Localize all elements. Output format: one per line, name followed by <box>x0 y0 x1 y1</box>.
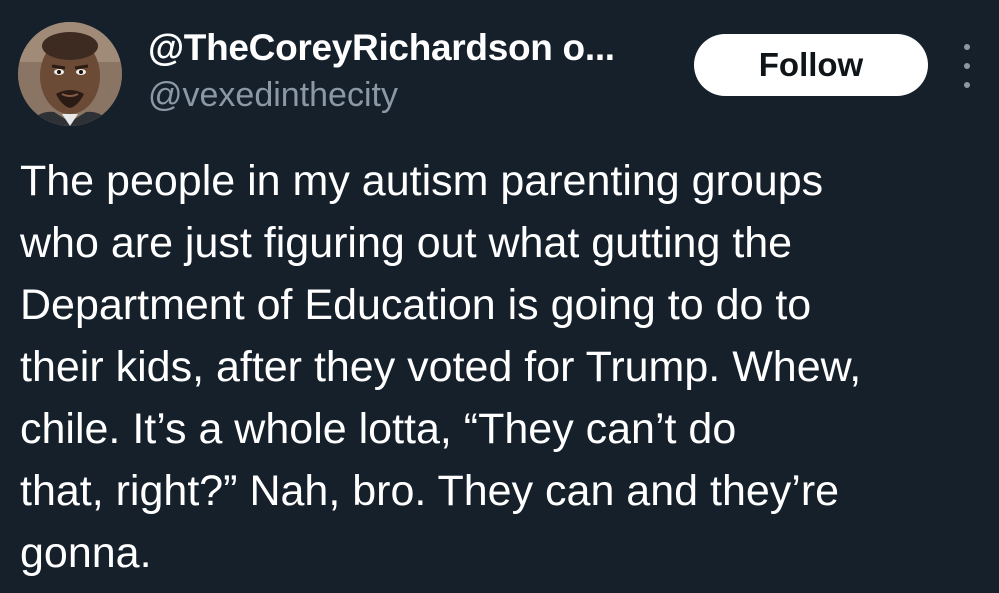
tweet-text-line: their kids, after they voted for Trump. … <box>20 343 862 391</box>
author-display-name[interactable]: @TheCoreyRichardson o... <box>148 27 615 69</box>
more-dot <box>964 63 970 69</box>
follow-button[interactable]: Follow <box>694 34 928 96</box>
avatar[interactable] <box>18 22 122 126</box>
tweet-text-line: chile. It’s a whole lotta, “They can’t d… <box>20 405 737 453</box>
tweet-text: The people in my autism parenting groups… <box>20 150 995 584</box>
tweet-text-line: gonna. <box>20 529 152 577</box>
more-vertical-icon[interactable] <box>954 44 980 88</box>
user-avatar-photo-icon <box>18 22 122 126</box>
tweet-text-line: The people in my autism parenting groups <box>20 157 824 205</box>
more-dot <box>964 82 970 88</box>
more-dot <box>964 44 970 50</box>
tweet-card: @TheCoreyRichardson o... @vexedinthecity… <box>0 0 999 593</box>
tweet-text-line: who are just figuring out what gutting t… <box>20 219 793 267</box>
tweet-text-line: that, right?” Nah, bro. They can and the… <box>20 467 840 515</box>
author-handle[interactable]: @vexedinthecity <box>148 76 398 115</box>
tweet-text-line: Department of Education is going to do t… <box>20 281 812 329</box>
